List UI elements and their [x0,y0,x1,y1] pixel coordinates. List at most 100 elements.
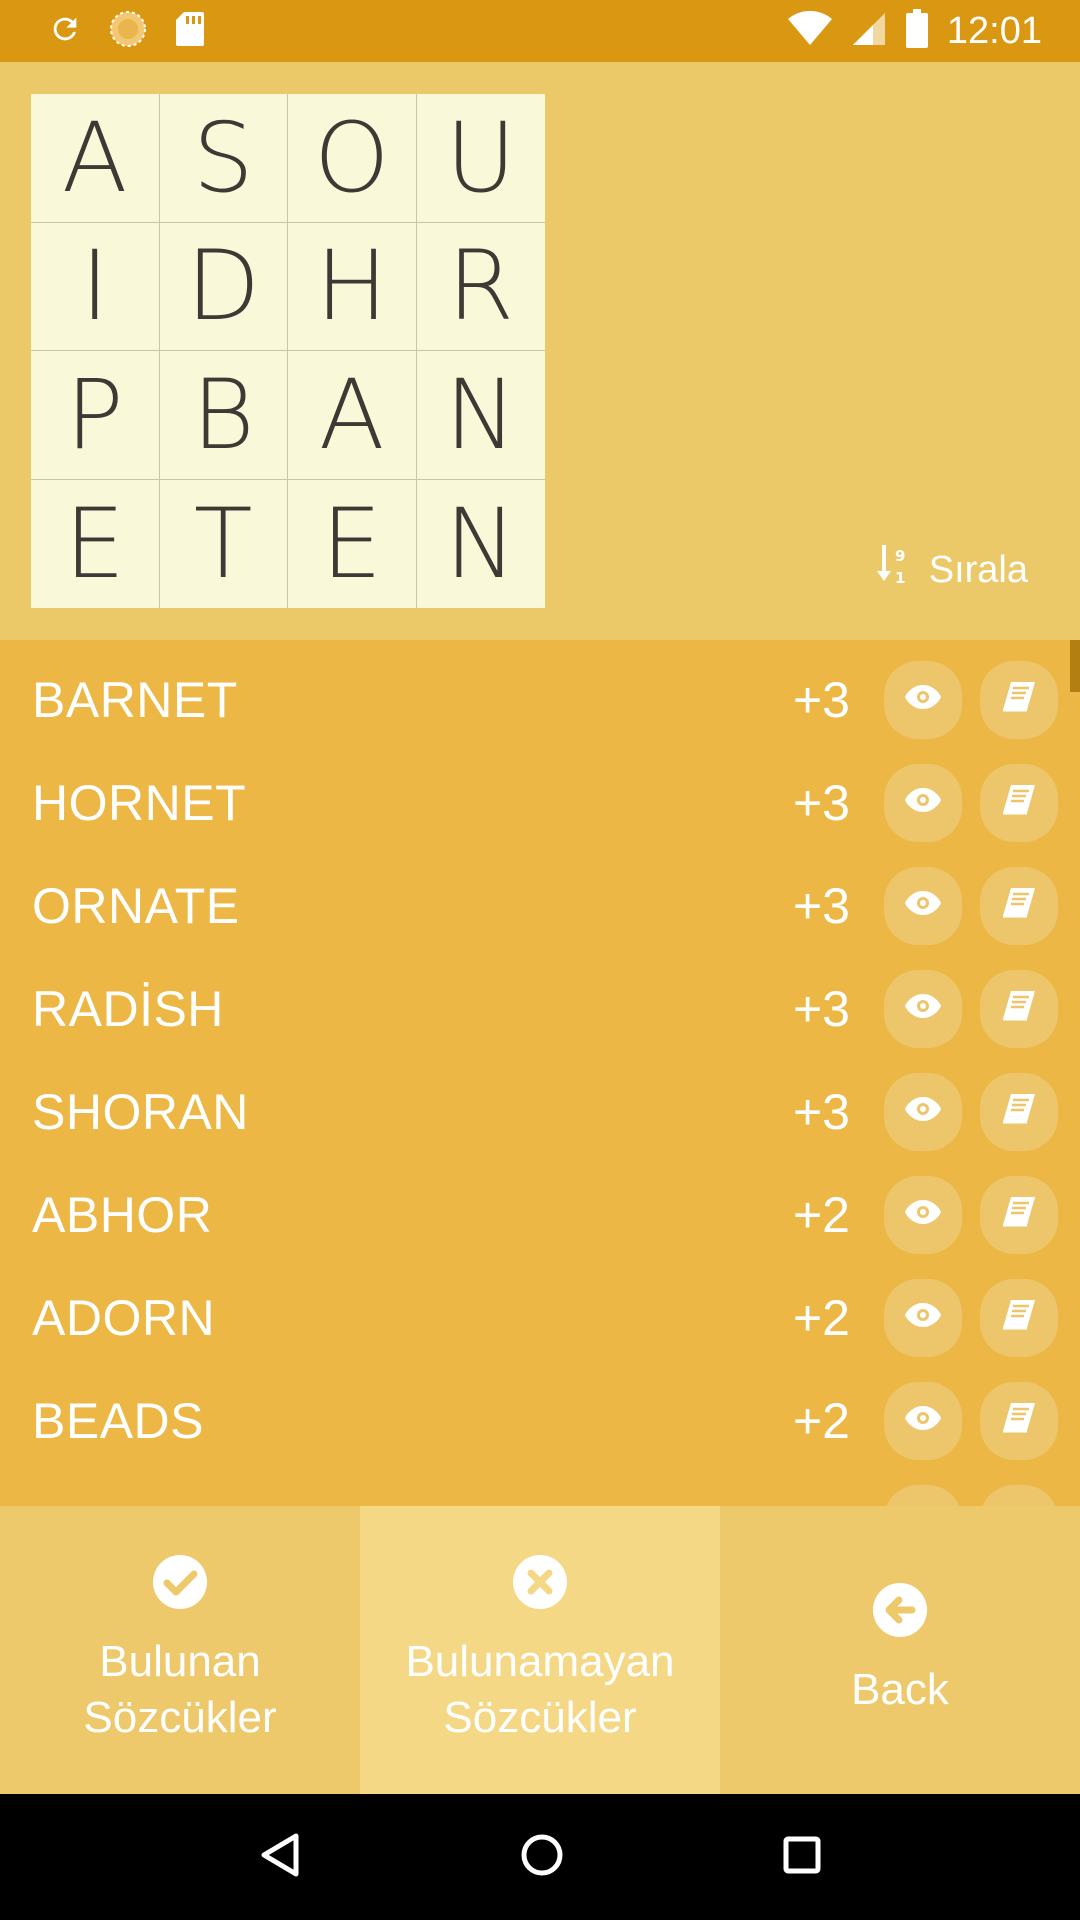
word-row: ORNATE +3 [0,854,1080,957]
word-points: +2 [792,1392,850,1449]
dictionary-button[interactable] [980,660,1058,739]
sun-icon [108,9,148,54]
word-row: ADORN +2 [0,1266,1080,1369]
book-icon [1001,886,1037,925]
book-icon [1001,1195,1037,1234]
word-text: BEADS [32,1392,205,1449]
word-row: ABHOR +2 [0,1163,1080,1266]
clock: 12:01 [946,9,1042,52]
grid-cell[interactable]: R [416,223,545,351]
navigation-bar [0,1794,1080,1920]
dictionary-button[interactable] [980,1072,1058,1151]
grid-cell[interactable]: A [288,351,417,480]
dictionary-button[interactable] [980,1484,1058,1506]
eye-icon [904,1096,942,1127]
eye-icon [904,1199,942,1230]
word-text: BARNET [32,671,238,728]
eye-icon [904,890,942,921]
eye-icon [904,1405,942,1436]
tab-not-found-line2: Sözcükler [443,1693,637,1742]
nav-home-icon[interactable] [519,1832,565,1883]
reveal-word-button[interactable] [884,969,962,1048]
reveal-word-button[interactable] [884,1278,962,1357]
tab-found-words[interactable]: Bulunan Sözcükler [0,1506,360,1794]
reveal-word-button[interactable] [884,1381,962,1460]
tab-found-line2: Sözcükler [83,1693,277,1742]
back-label: Back [851,1665,949,1714]
reveal-word-button[interactable] [884,866,962,945]
book-icon [1001,1298,1037,1337]
grid-cell[interactable]: D [159,222,288,351]
grid-cell[interactable]: H [288,222,417,351]
grid-cell[interactable]: O [288,94,417,223]
book-icon [1001,680,1037,719]
refresh-icon [48,12,82,51]
status-bar: 12:01 [0,0,1080,62]
x-circle-icon [512,1554,568,1624]
reveal-word-button[interactable] [884,763,962,842]
sort-button[interactable]: 9 1 Sırala [876,542,1028,598]
word-list[interactable]: BARNET +3 HORNET +3 ORNATE +3 RADİSH +3 SHORAN +3… [0,640,1080,1506]
word-text: ORNATE [32,877,240,934]
eye-icon [904,993,942,1024]
book-icon [1001,1401,1037,1440]
dictionary-button[interactable] [980,866,1058,945]
book-icon [1001,1092,1037,1131]
word-text: ABHOR [32,1186,213,1243]
nav-back-icon[interactable] [258,1832,302,1883]
word-points: +2 [793,1495,850,1507]
word-row: SHORAN +3 [0,1060,1080,1163]
grid-cell[interactable]: S [159,94,288,223]
reveal-word-button[interactable] [884,1484,962,1506]
word-text: RADİSH [32,980,224,1037]
grid-cell[interactable]: B [159,351,288,480]
grid-cell[interactable]: E [288,479,417,608]
board-area: A S O U I D H R P B A N E T E N 9 1 Sıra… [0,62,1080,640]
word-text: ADORN [32,1289,216,1346]
svg-text:9: 9 [895,547,905,565]
eye-icon [904,684,942,715]
dictionary-button[interactable] [980,1175,1058,1254]
arrow-left-circle-icon [872,1582,928,1652]
grid-cell[interactable]: I [31,222,160,351]
dictionary-button[interactable] [980,763,1058,842]
battery-icon [905,8,929,54]
grid-cell[interactable]: A [31,94,160,223]
grid-cell[interactable]: P [31,351,160,480]
word-text: HORNET [32,774,247,831]
word-row: BEADS +2 [0,1369,1080,1472]
word-points: +2 [792,1186,850,1243]
word-row: HORNET +3 [0,751,1080,854]
word-text: SHORAN [32,1083,249,1140]
grid-cell[interactable]: N [416,351,545,480]
reveal-word-button[interactable] [884,1072,962,1151]
sort-label: Sırala [928,548,1028,591]
grid-cell[interactable]: N [417,480,546,609]
dictionary-button[interactable] [980,969,1058,1048]
letter-grid: A S O U I D H R P B A N E T E N [31,94,545,608]
reveal-word-button[interactable] [884,660,962,739]
dictionary-button[interactable] [980,1278,1058,1357]
wifi-icon [787,10,833,52]
grid-cell[interactable]: E [31,479,160,608]
grid-cell[interactable]: U [416,94,545,223]
grid-cell[interactable]: T [160,479,288,608]
word-text: ENATE [32,1495,198,1507]
word-row: BARNET +3 [0,648,1080,751]
dictionary-button[interactable] [980,1381,1058,1460]
word-points: +2 [792,1289,850,1346]
tab-not-found-line1: Bulunamayan [405,1637,675,1686]
tab-not-found-words[interactable]: Bulunamayan Sözcükler [360,1506,720,1794]
word-points: +3 [792,774,850,831]
reveal-word-button[interactable] [884,1175,962,1254]
signal-icon [851,11,887,52]
word-points: +3 [792,671,850,728]
word-row: ENATE +2 [0,1472,1080,1506]
word-row: RADİSH +3 [0,957,1080,1060]
back-button[interactable]: Back [720,1506,1080,1794]
check-circle-icon [152,1554,208,1624]
book-icon [1001,989,1037,1028]
word-points: +3 [792,1083,850,1140]
svg-text:1: 1 [895,569,905,587]
nav-recents-icon[interactable] [782,1835,822,1880]
